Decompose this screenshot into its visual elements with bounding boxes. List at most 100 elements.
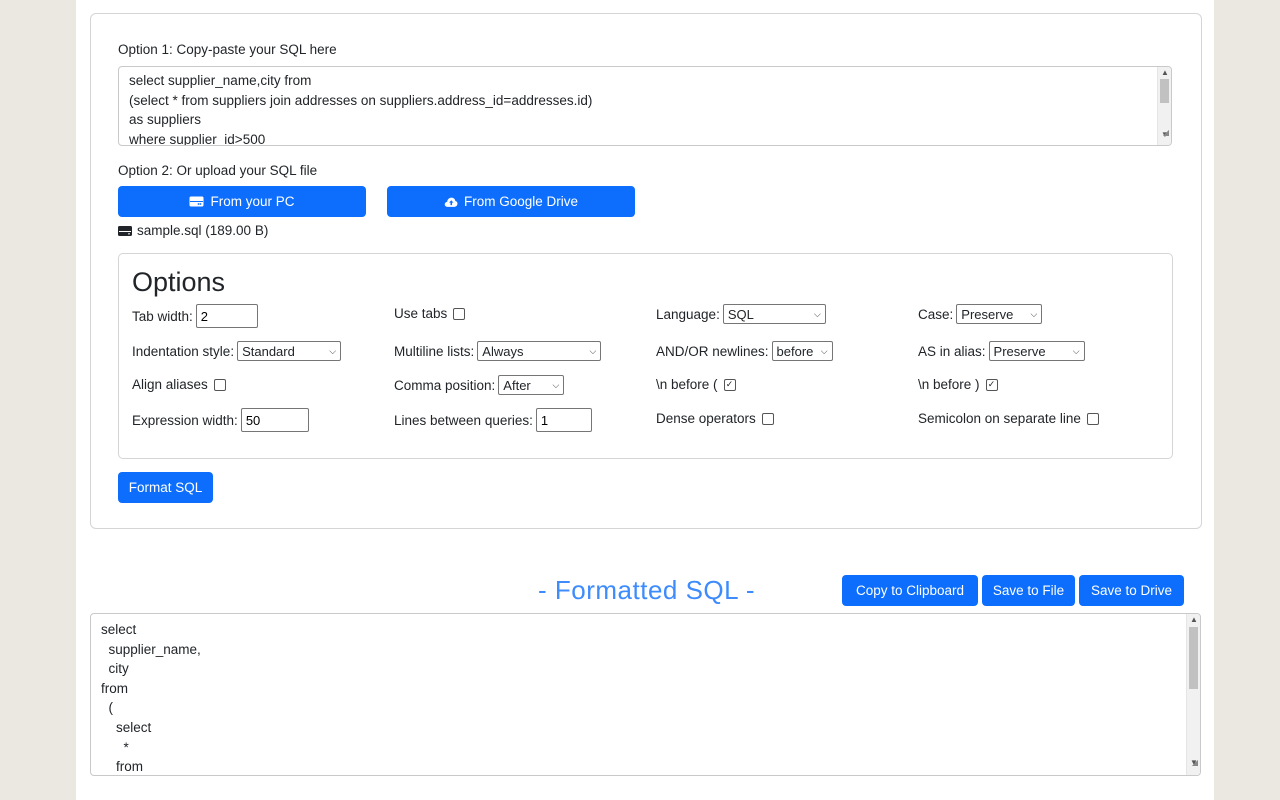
sql-input-line: as suppliers (129, 112, 202, 128)
semicolon-checkbox[interactable] (1086, 412, 1099, 425)
nl-before-close-label: \n before ) (918, 377, 980, 392)
options-title: Options (132, 267, 226, 297)
chevron-down-icon: ⌵ (814, 308, 821, 319)
option2-label: Option 2: Or upload your SQL file (118, 163, 318, 178)
nl-before-close-option: \n before ) ✓ (918, 377, 998, 392)
use-tabs-label: Use tabs (394, 306, 448, 321)
output-line: select (101, 622, 137, 637)
indentation-select[interactable]: Standard ⌵ (237, 341, 342, 361)
use-tabs-checkbox[interactable] (453, 307, 466, 320)
dense-option: Dense operators (656, 411, 774, 426)
sql-input-line: (select * from suppliers join addresses … (129, 92, 593, 108)
from-pc-label: From your PC (210, 194, 295, 209)
multiline-option: Multiline lists: Always ⌵ (394, 341, 602, 361)
case-option: Case: Preserve ⌵ (918, 304, 1043, 324)
as-alias-select[interactable]: Preserve ⌵ (988, 341, 1085, 361)
resize-handle-icon[interactable]: ◢ (1163, 123, 1169, 143)
from-pc-button[interactable]: From your PC (118, 186, 366, 217)
chevron-down-icon: ⌵ (1072, 345, 1080, 356)
indentation-label: Indentation style: (132, 343, 235, 359)
hdd-icon (118, 225, 132, 236)
output-line: * (101, 739, 129, 755)
semicolon-option: Semicolon on separate line (918, 411, 1099, 426)
file-name: sample.sql (189.00 B) (137, 223, 269, 238)
tab-width-option: Tab width: (132, 304, 258, 328)
output-line: select (101, 719, 152, 735)
formatted-sql-title: - Formatted SQL - (538, 575, 756, 605)
expr-width-label: Expression width: (132, 412, 238, 428)
language-option: Language: SQL ⌵ (656, 304, 826, 324)
dense-checkbox[interactable] (761, 412, 774, 425)
scroll-up-icon[interactable]: ▲ (1187, 614, 1200, 626)
case-select[interactable]: Preserve ⌵ (956, 304, 1043, 324)
output-line: ( (101, 700, 114, 716)
align-aliases-label: Align aliases (132, 377, 208, 392)
expr-width-input[interactable] (240, 408, 309, 432)
indentation-option: Indentation style: Standard ⌵ (132, 341, 342, 361)
comma-option: Comma position: After ⌵ (394, 375, 565, 395)
options-panel: Options Tab width: Use tabs Language: SQ… (118, 253, 1173, 459)
use-tabs-option: Use tabs (394, 306, 466, 321)
as-alias-value: Preserve (993, 343, 1046, 359)
save-to-drive-button[interactable]: Save to Drive (1079, 575, 1184, 606)
lines-between-option: Lines between queries: (394, 408, 592, 432)
sql-input-textarea[interactable]: select supplier_name,city from (select *… (118, 66, 1172, 146)
lines-between-input[interactable] (535, 408, 592, 432)
sql-input-line: where supplier_id>500 (129, 131, 266, 146)
semicolon-label: Semicolon on separate line (918, 411, 1081, 426)
formatted-sql-output[interactable]: select supplier_name, city from ( select… (90, 613, 1201, 776)
comma-select[interactable]: After ⌵ (498, 375, 565, 395)
save-to-file-button[interactable]: Save to File (982, 575, 1075, 606)
tab-width-label: Tab width: (132, 308, 193, 324)
from-google-drive-button[interactable]: From Google Drive (387, 186, 635, 217)
copy-to-clipboard-button[interactable]: Copy to Clipboard (842, 575, 978, 606)
language-label: Language: (656, 306, 720, 322)
andor-option: AND/OR newlines: before ⌵ (656, 341, 833, 361)
as-alias-option: AS in alias: Preserve ⌵ (918, 341, 1085, 361)
from-drive-label: From Google Drive (463, 194, 579, 209)
page-container: Option 1: Copy-paste your SQL here selec… (76, 0, 1214, 800)
resize-handle-icon[interactable]: ◢ (1192, 753, 1198, 773)
as-alias-label: AS in alias: (918, 343, 986, 359)
language-select[interactable]: SQL ⌵ (722, 304, 826, 324)
hdd-icon (189, 196, 204, 207)
scroll-thumb[interactable] (1160, 79, 1169, 103)
scroll-thumb[interactable] (1189, 627, 1198, 689)
multiline-value: Always (482, 343, 524, 359)
language-value: SQL (727, 306, 754, 322)
output-line: from (101, 680, 128, 696)
output-line: supplier_name, (101, 641, 201, 657)
case-label: Case: (918, 306, 954, 322)
input-card: Option 1: Copy-paste your SQL here selec… (90, 13, 1202, 529)
nl-before-close-checkbox[interactable]: ✓ (985, 378, 998, 391)
cloud-upload-icon (444, 197, 458, 207)
comma-label: Comma position: (394, 377, 496, 393)
sql-input-line: select supplier_name,city from (129, 73, 312, 88)
selected-file: sample.sql (189.00 B) (118, 223, 268, 238)
nl-before-open-checkbox[interactable]: ✓ (723, 378, 736, 391)
tab-width-input[interactable] (195, 304, 258, 328)
andor-select[interactable]: before ⌵ (771, 341, 833, 361)
lines-between-label: Lines between queries: (394, 412, 533, 428)
chevron-down-icon: ⌵ (329, 345, 337, 356)
andor-label: AND/OR newlines: (656, 343, 769, 359)
output-line: from (101, 759, 144, 775)
nl-before-open-option: \n before ( ✓ (656, 377, 736, 392)
scroll-up-icon[interactable]: ▲ (1158, 67, 1171, 79)
case-value: Preserve (961, 306, 1014, 322)
nl-before-open-label: \n before ( (656, 377, 718, 392)
multiline-select[interactable]: Always ⌵ (477, 341, 602, 361)
indentation-value: Standard (242, 343, 295, 359)
expr-width-option: Expression width: (132, 408, 309, 432)
dense-label: Dense operators (656, 411, 756, 426)
output-scrollbar[interactable]: ▲ ▼ (1186, 614, 1200, 775)
multiline-label: Multiline lists: (394, 343, 475, 359)
format-sql-button[interactable]: Format SQL (118, 472, 213, 503)
chevron-down-icon: ⌵ (1030, 308, 1038, 319)
comma-value: After (503, 377, 531, 393)
output-line: city (101, 661, 129, 677)
align-aliases-checkbox[interactable] (213, 378, 226, 391)
chevron-down-icon: ⌵ (820, 345, 828, 356)
chevron-down-icon: ⌵ (589, 345, 597, 356)
chevron-down-icon: ⌵ (552, 379, 560, 390)
